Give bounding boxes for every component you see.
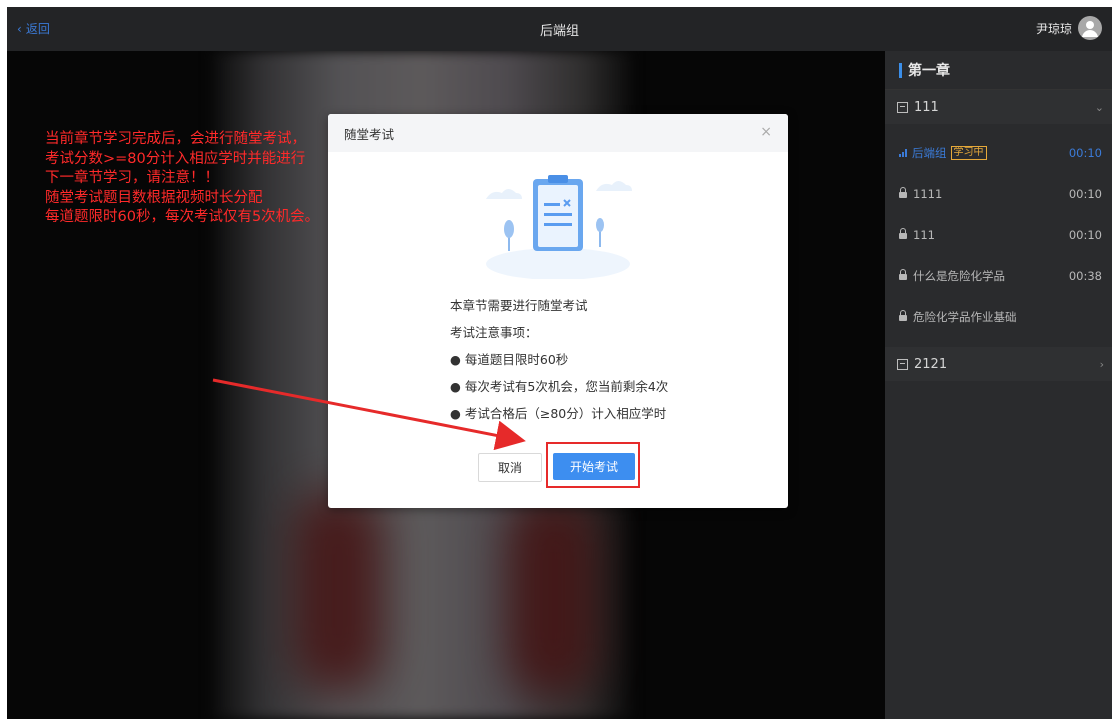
- lesson-duration: 00:10: [1068, 227, 1102, 242]
- note-item: ● 考试合格后（≥80分）计入相应学时: [450, 406, 667, 421]
- chapter-marker: [899, 62, 902, 78]
- lesson-duration: 00:38: [1068, 268, 1102, 283]
- dialog-title: 随堂考试: [344, 126, 395, 142]
- chevron-right-icon: ›: [1099, 357, 1104, 371]
- lesson-item[interactable]: 1111 00:10: [885, 173, 1112, 214]
- cancel-button[interactable]: 取消: [478, 453, 542, 482]
- note-item: ● 每道题目限时60秒: [450, 352, 569, 367]
- lesson-title: 危险化学品作业基础: [913, 309, 1017, 324]
- note-item: ● 每次考试有5次机会，您当前剩余4次: [450, 379, 669, 394]
- notes-title: 考试注意事项：: [450, 325, 538, 340]
- section-label: 2121: [914, 356, 948, 372]
- lesson-item[interactable]: 危险化学品作业基础: [885, 296, 1112, 337]
- clipboard-illustration-icon: [486, 175, 632, 279]
- dialog-header: 随堂考试 ×: [328, 114, 788, 152]
- highlight-box: [546, 442, 640, 488]
- lesson-item-active[interactable]: 后端组 学习中 00:10: [885, 132, 1112, 173]
- lesson-item[interactable]: 什么是危险化学品 00:38: [885, 255, 1112, 296]
- annotation-line: 当前章节学习完成后，会进行随堂考试，: [45, 131, 306, 147]
- course-sidebar: 第一章 111 ⌄ 后端组 学习中 00:10 1111 00:10 111 0…: [885, 51, 1112, 719]
- exam-dialog: 随堂考试 × 本章节需要进行随堂考试 考试注意事项： ● 每道题目限时60秒 ●…: [328, 114, 788, 508]
- chevron-down-icon: ⌄: [1094, 100, 1104, 114]
- lesson-duration: 00:10: [1068, 186, 1102, 201]
- lesson-title: 111: [913, 227, 935, 242]
- lock-icon: [899, 269, 907, 280]
- playing-icon: [899, 148, 907, 157]
- section-header-111[interactable]: 111 ⌄: [885, 90, 1112, 124]
- lesson-duration: 00:10: [1068, 145, 1102, 160]
- section-icon: [897, 101, 908, 113]
- dialog-intro: 本章节需要进行随堂考试: [450, 298, 588, 313]
- user-name: 尹琼琼: [1035, 21, 1072, 36]
- lesson-item[interactable]: 111 00:10: [885, 214, 1112, 255]
- top-bar: ‹ 返回 后端组 尹琼琼: [7, 7, 1112, 51]
- annotation-text: 当前章节学习完成后，会进行随堂考试， 考试分数>=80分计入相应学时并能进行 下…: [45, 130, 319, 228]
- annotation-line: 每道题限时60秒，每次考试仅有5次机会。: [45, 209, 320, 225]
- lock-icon: [899, 228, 907, 239]
- section-header-2121[interactable]: 2121 ›: [885, 347, 1112, 381]
- chapter-title: 第一章: [885, 51, 1112, 90]
- page-title: 后端组: [539, 24, 579, 39]
- chapter-label: 第一章: [908, 63, 950, 79]
- lesson-title: 1111: [913, 186, 943, 201]
- annotation-line: 下一章节学习，请注意！！: [45, 170, 219, 186]
- section-icon: [897, 358, 908, 370]
- close-icon[interactable]: ×: [760, 124, 772, 140]
- avatar[interactable]: [1078, 16, 1102, 40]
- user-menu[interactable]: 尹琼琼: [1036, 16, 1102, 40]
- dialog-body: 本章节需要进行随堂考试 考试注意事项： ● 每道题目限时60秒 ● 每次考试有5…: [450, 292, 668, 427]
- lesson-title: 后端组: [912, 145, 947, 160]
- annotation-line: 考试分数>=80分计入相应学时并能进行: [45, 150, 306, 167]
- status-badge: 学习中: [950, 145, 987, 160]
- lock-icon: [899, 187, 907, 198]
- section-label: 111: [914, 99, 939, 115]
- lesson-title: 什么是危险化学品: [913, 268, 1005, 283]
- user-icon: [1082, 21, 1098, 37]
- lock-icon: [899, 310, 907, 321]
- annotation-line: 随堂考试题目数根据视频时长分配: [45, 189, 263, 206]
